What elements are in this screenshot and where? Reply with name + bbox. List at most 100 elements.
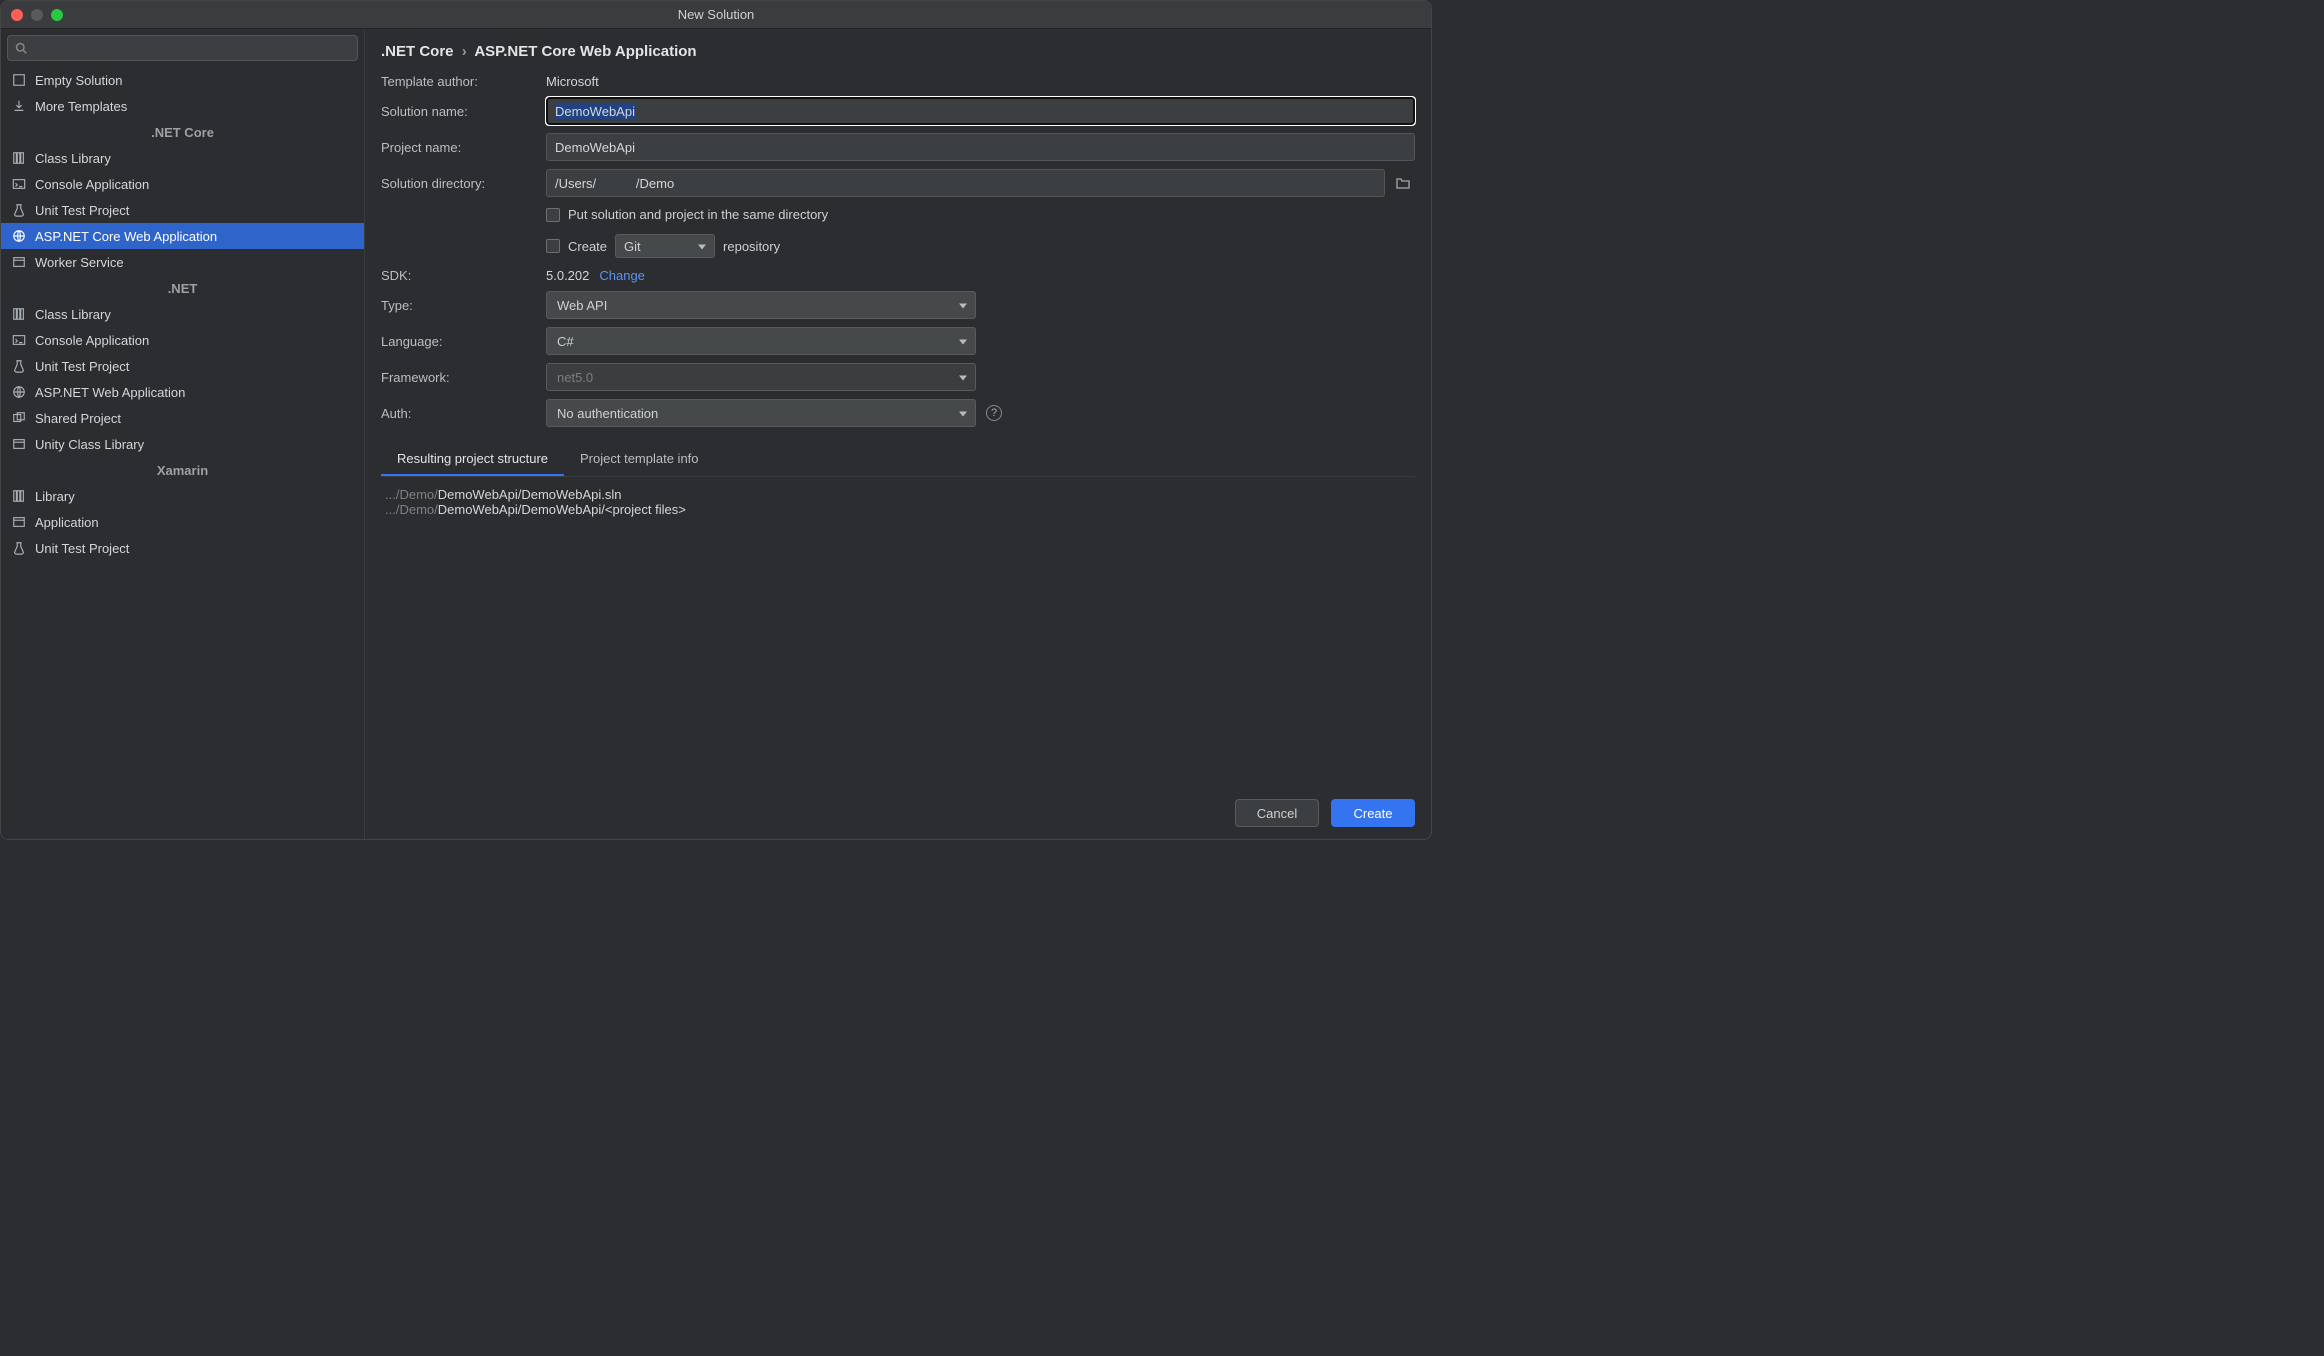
auth-select[interactable]: No authentication: [546, 399, 976, 427]
breadcrumb: .NET Core › ASP.NET Core Web Application: [381, 43, 1415, 60]
sidebar-item-class-library-net[interactable]: Class Library: [1, 301, 364, 327]
window-title: New Solution: [1, 7, 1431, 22]
sidebar-item-label: More Templates: [35, 99, 127, 114]
library-icon: [11, 306, 27, 322]
sidebar-item-aspnet-core-web-application[interactable]: ASP.NET Core Web Application: [1, 223, 364, 249]
sidebar-item-label: ASP.NET Web Application: [35, 385, 185, 400]
sidebar-item-shared-project[interactable]: Shared Project: [1, 405, 364, 431]
sidebar-item-label: Class Library: [35, 151, 111, 166]
template-author-label: Template author:: [381, 74, 536, 89]
sidebar-item-worker-service[interactable]: Worker Service: [1, 249, 364, 275]
globe-icon: [11, 384, 27, 400]
search-input[interactable]: [7, 35, 358, 61]
sidebar-item-label: Worker Service: [35, 255, 124, 270]
download-icon: [11, 98, 27, 114]
same-directory-checkbox[interactable]: [546, 208, 560, 222]
project-name-label: Project name:: [381, 140, 536, 155]
sidebar-item-empty-solution[interactable]: Empty Solution: [1, 67, 364, 93]
sidebar-item-console-application[interactable]: Console Application: [1, 171, 364, 197]
sidebar-item-class-library[interactable]: Class Library: [1, 145, 364, 171]
create-repo-label: Create: [568, 239, 607, 254]
resulting-structure-box: .../Demo/DemoWebApi/DemoWebApi.sln .../D…: [381, 481, 1415, 785]
sidebar-group-xamarin: Xamarin: [1, 457, 364, 483]
shared-icon: [11, 410, 27, 426]
empty-icon: [11, 72, 27, 88]
main-panel: .NET Core › ASP.NET Core Web Application…: [365, 29, 1431, 839]
sidebar-item-label: Unit Test Project: [35, 541, 129, 556]
cancel-button[interactable]: Cancel: [1235, 799, 1319, 827]
language-label: Language:: [381, 334, 536, 349]
template-sidebar: Empty Solution More Templates .NET Core …: [1, 29, 365, 839]
vcs-select[interactable]: Git: [615, 234, 715, 258]
window-icon: [11, 254, 27, 270]
sidebar-group-net-core: .NET Core: [1, 119, 364, 145]
solution-name-label: Solution name:: [381, 104, 536, 119]
same-directory-checkbox-row[interactable]: Put solution and project in the same dir…: [546, 205, 1415, 224]
template-author-value: Microsoft: [546, 74, 1415, 89]
framework-select[interactable]: net5.0: [546, 363, 976, 391]
sidebar-item-label: Library: [35, 489, 75, 504]
titlebar: New Solution: [1, 1, 1431, 29]
globe-icon: [11, 228, 27, 244]
solution-directory-input[interactable]: [546, 169, 1385, 197]
solution-name-input[interactable]: [546, 97, 1415, 125]
breadcrumb-leaf: ASP.NET Core Web Application: [474, 43, 696, 60]
browse-folder-button[interactable]: [1391, 171, 1415, 195]
result-line: .../Demo/DemoWebApi/DemoWebApi/<project …: [385, 502, 1411, 517]
tab-template-info[interactable]: Project template info: [564, 443, 715, 476]
test-icon: [11, 540, 27, 556]
create-repo-row: Create Git repository: [546, 232, 1415, 260]
type-label: Type:: [381, 298, 536, 313]
library-icon: [11, 488, 27, 504]
sidebar-item-label: Unit Test Project: [35, 359, 129, 374]
tab-resulting-structure[interactable]: Resulting project structure: [381, 443, 564, 476]
help-icon[interactable]: ?: [986, 405, 1002, 421]
sdk-change-link[interactable]: Change: [599, 268, 645, 283]
test-icon: [11, 202, 27, 218]
console-icon: [11, 176, 27, 192]
sidebar-item-label: ASP.NET Core Web Application: [35, 229, 217, 244]
sdk-label: SDK:: [381, 268, 536, 283]
result-tabs: Resulting project structure Project temp…: [381, 443, 1415, 477]
sidebar-item-unit-test-project[interactable]: Unit Test Project: [1, 197, 364, 223]
minimize-window-button[interactable]: [31, 9, 43, 21]
sidebar-item-xamarin-application[interactable]: Application: [1, 509, 364, 535]
sidebar-item-label: Console Application: [35, 177, 149, 192]
sidebar-item-label: Unit Test Project: [35, 203, 129, 218]
solution-directory-label: Solution directory:: [381, 176, 536, 191]
sidebar-item-unity-class-library[interactable]: Unity Class Library: [1, 431, 364, 457]
sidebar-item-label: Class Library: [35, 307, 111, 322]
result-line: .../Demo/DemoWebApi/DemoWebApi.sln: [385, 487, 1411, 502]
sidebar-item-label: Application: [35, 515, 99, 530]
library-icon: [11, 150, 27, 166]
sidebar-item-label: Shared Project: [35, 411, 121, 426]
dialog-footer: Cancel Create: [381, 785, 1415, 827]
breadcrumb-root: .NET Core: [381, 43, 454, 60]
same-directory-label: Put solution and project in the same dir…: [568, 207, 828, 222]
window-icon: [11, 514, 27, 530]
sidebar-group-net: .NET: [1, 275, 364, 301]
new-solution-window: New Solution Empty Solution: [0, 0, 1432, 840]
zoom-window-button[interactable]: [51, 9, 63, 21]
auth-label: Auth:: [381, 406, 536, 421]
sidebar-item-aspnet-web-application[interactable]: ASP.NET Web Application: [1, 379, 364, 405]
project-name-input[interactable]: [546, 133, 1415, 161]
sidebar-item-console-application-net[interactable]: Console Application: [1, 327, 364, 353]
create-repo-checkbox[interactable]: [546, 239, 560, 253]
template-tree: Empty Solution More Templates .NET Core …: [1, 67, 364, 839]
sidebar-item-more-templates[interactable]: More Templates: [1, 93, 364, 119]
window-icon: [11, 436, 27, 452]
create-button[interactable]: Create: [1331, 799, 1415, 827]
sidebar-item-unit-test-project-net[interactable]: Unit Test Project: [1, 353, 364, 379]
sidebar-item-label: Unity Class Library: [35, 437, 144, 452]
sdk-value: 5.0.202: [546, 268, 589, 283]
language-select[interactable]: C#: [546, 327, 976, 355]
sidebar-item-xamarin-library[interactable]: Library: [1, 483, 364, 509]
sidebar-item-xamarin-unit-test-project[interactable]: Unit Test Project: [1, 535, 364, 561]
sidebar-item-label: Console Application: [35, 333, 149, 348]
search-icon: [15, 42, 27, 54]
console-icon: [11, 332, 27, 348]
close-window-button[interactable]: [11, 9, 23, 21]
sidebar-item-label: Empty Solution: [35, 73, 122, 88]
type-select[interactable]: Web API: [546, 291, 976, 319]
